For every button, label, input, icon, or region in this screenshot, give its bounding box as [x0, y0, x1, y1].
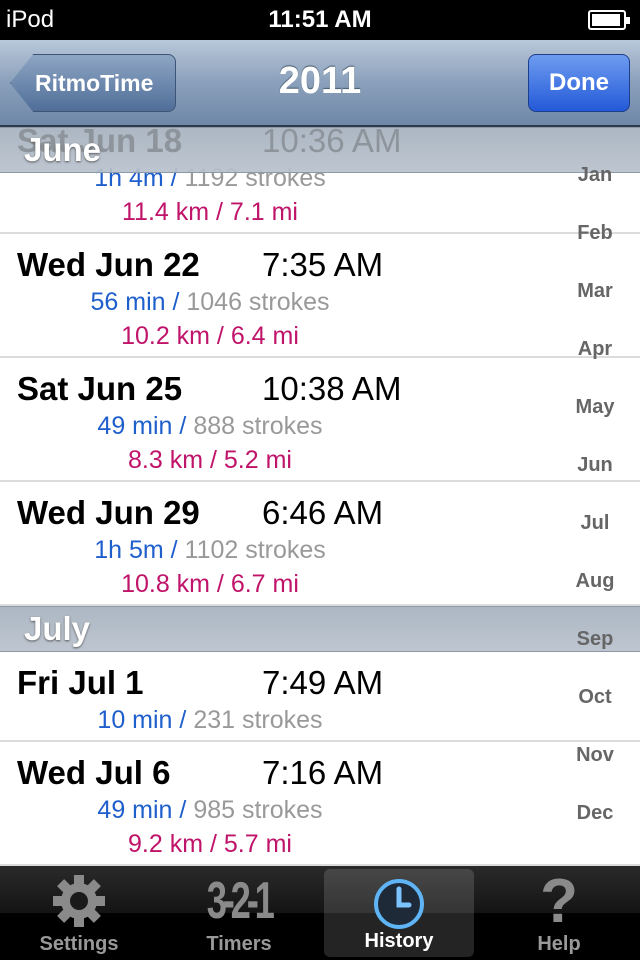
session-duration: 49 min /: [97, 412, 187, 440]
index-oct[interactable]: Oct: [550, 686, 640, 709]
session-time: 7:49 AM: [262, 664, 384, 701]
navigation-bar: RitmoTime 2011 Done: [0, 40, 640, 127]
session-date: Wed Jun 22: [17, 246, 200, 283]
session-time: 6:46 AM: [262, 494, 384, 531]
battery-icon: [588, 10, 630, 30]
index-dec[interactable]: Dec: [550, 802, 640, 825]
done-button[interactable]: Done: [528, 54, 630, 112]
tab-history[interactable]: History: [324, 869, 474, 957]
tab-label: Help: [537, 933, 581, 955]
question-icon: ?: [540, 866, 578, 936]
session-duration: 56 min /: [90, 288, 180, 316]
list-item[interactable]: Fri Jul 1 7:49 AM 10 min / 231 strokes: [0, 652, 640, 742]
tab-settings[interactable]: Settings: [4, 866, 154, 960]
session-distance: 10.8 km / 6.7 mi: [121, 570, 299, 598]
session-strokes: 1102 strokes: [184, 536, 326, 564]
session-date: Fri Jul 1: [17, 664, 144, 701]
session-distance: 11.4 km / 7.1 mi: [122, 198, 298, 226]
gear-icon: [4, 870, 154, 932]
index-jun[interactable]: Jun: [550, 454, 640, 477]
index-aug[interactable]: Aug: [550, 570, 640, 593]
status-bar: iPod 11:51 AM: [0, 0, 640, 40]
history-list[interactable]: Sat Jun 18 10:36 AM 1h 4m / 1192 strokes…: [0, 127, 640, 866]
tab-label: Timers: [206, 933, 272, 955]
session-duration: 1h 5m /: [94, 536, 178, 564]
session-date: Wed Jul 6: [17, 754, 171, 791]
section-header-june: June: [24, 131, 102, 168]
session-strokes: 231 strokes: [193, 706, 323, 734]
tab-label: History: [364, 930, 434, 952]
session-duration: 49 min /: [97, 796, 187, 824]
session-strokes: 1046 strokes: [186, 288, 330, 316]
index-mar[interactable]: Mar: [550, 280, 640, 303]
session-strokes: 888 strokes: [193, 412, 323, 440]
tab-label: Settings: [39, 933, 119, 955]
session-strokes: 985 strokes: [193, 796, 323, 824]
session-date: Sat Jun 25: [17, 370, 183, 407]
session-time: 7:16 AM: [262, 754, 384, 791]
index-feb[interactable]: Feb: [550, 222, 640, 245]
section-header-july: July: [0, 606, 640, 652]
index-sep[interactable]: Sep: [550, 628, 640, 651]
session-distance: 8.3 km / 5.2 mi: [128, 446, 292, 474]
list-item[interactable]: Wed Jul 6 7:16 AM 49 min / 985 strokes 9…: [0, 742, 640, 866]
session-duration: 10 min /: [97, 706, 187, 734]
tab-help[interactable]: ? Help: [484, 866, 634, 960]
index-apr[interactable]: Apr: [550, 338, 640, 361]
index-may[interactable]: May: [550, 396, 640, 419]
session-date: Wed Jun 29: [17, 494, 200, 531]
list-item[interactable]: Wed Jun 29 6:46 AM 1h 5m / 1102 strokes …: [0, 482, 640, 606]
clock-icon: [324, 873, 474, 935]
session-time: 7:35 AM: [262, 246, 384, 283]
list-item[interactable]: Wed Jun 22 7:35 AM 56 min / 1046 strokes…: [0, 234, 640, 358]
session-time: 10:38 AM: [262, 370, 402, 407]
session-distance: 10.2 km / 6.4 mi: [121, 322, 299, 350]
index-jan[interactable]: Jan: [550, 164, 640, 187]
countdown-icon: 3-2-1: [207, 872, 275, 930]
tab-timers[interactable]: 3-2-1 Timers: [164, 866, 314, 960]
session-distance: 9.2 km / 5.7 mi: [128, 830, 292, 858]
tab-bar: Settings 3-2-1 Timers History ? Help: [0, 866, 640, 960]
index-jul[interactable]: Jul: [550, 512, 640, 535]
list-item[interactable]: Sat Jun 25 10:38 AM 49 min / 888 strokes…: [0, 358, 640, 482]
index-nov[interactable]: Nov: [550, 744, 640, 767]
status-time: 11:51 AM: [268, 6, 372, 33]
month-index[interactable]: Jan Feb Mar Apr May Jun Jul Aug Sep Oct …: [550, 127, 640, 866]
